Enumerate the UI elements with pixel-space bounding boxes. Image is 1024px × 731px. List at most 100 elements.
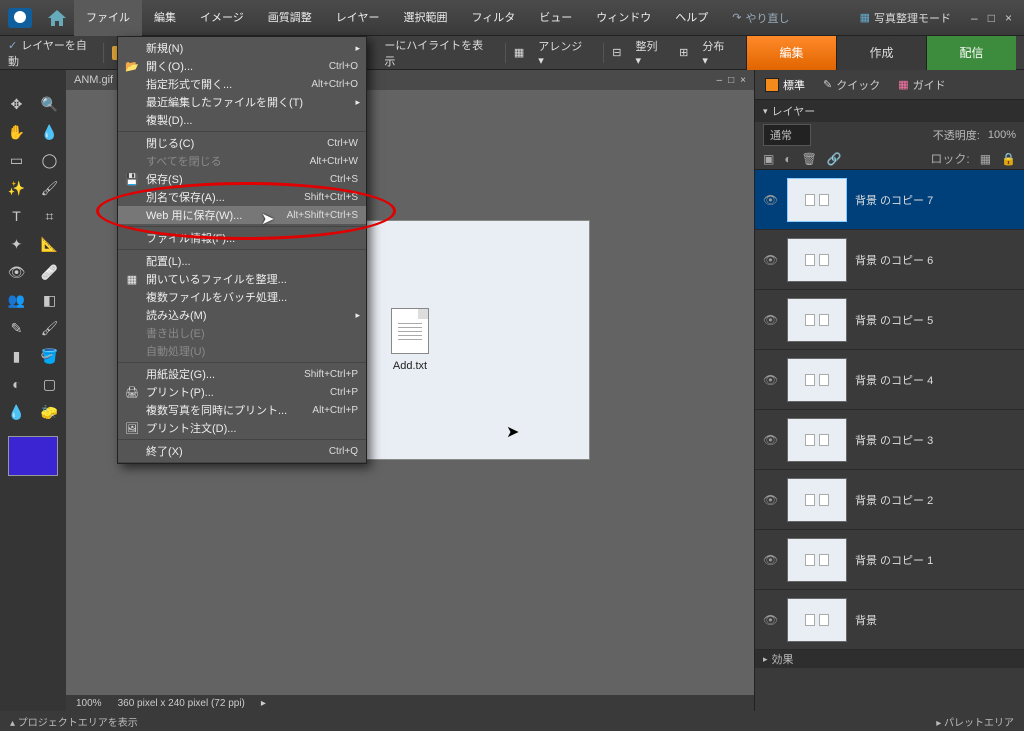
layer-row[interactable]: 👁 背景 のコピー 4: [755, 350, 1024, 410]
layer-row[interactable]: 👁背景 のコピー 3: [755, 410, 1024, 470]
project-area-toggle[interactable]: ▴ プロジェクトエリアを表示: [10, 714, 138, 729]
blur-tool[interactable]: 💧: [0, 398, 33, 426]
visibility-toggle-icon[interactable]: 👁: [763, 553, 779, 567]
menu-item[interactable]: 用紙設定(G)...Shift+Ctrl+P: [118, 365, 366, 383]
layer-name[interactable]: 背景 のコピー 4: [855, 372, 933, 388]
wand-tool[interactable]: ✨: [0, 174, 33, 202]
mode-tab-edit[interactable]: 編集: [746, 36, 836, 70]
brush-tool[interactable]: 🖌: [33, 314, 66, 342]
blend-mode-select[interactable]: 通常: [763, 124, 811, 146]
menu-item[interactable]: 💾保存(S)Ctrl+S: [118, 170, 366, 188]
shape-tool[interactable]: ▢: [33, 370, 66, 398]
mode-tab-share[interactable]: 配信: [926, 36, 1016, 70]
menu-item[interactable]: Web 用に保存(W)...Alt+Shift+Ctrl+S: [118, 206, 366, 224]
layer-name[interactable]: 背景 のコピー 2: [855, 492, 933, 508]
paint-bucket-tool[interactable]: 🪣: [33, 342, 66, 370]
layer-thumbnail[interactable]: [787, 538, 847, 582]
layer-row[interactable]: 👁背景 のコピー 6: [755, 230, 1024, 290]
lock-pixels-icon[interactable]: ▦: [980, 152, 991, 166]
menu-item[interactable]: 新規(N): [118, 39, 366, 57]
link-layers-icon[interactable]: 🔗: [827, 152, 842, 166]
visibility-toggle-icon[interactable]: 👁: [763, 613, 779, 627]
healing-tool[interactable]: 🩹: [33, 258, 66, 286]
maximize-button[interactable]: □: [988, 11, 995, 25]
layer-name[interactable]: 背景 のコピー 1: [855, 552, 933, 568]
menu-image[interactable]: イメージ: [188, 0, 256, 36]
menu-item[interactable]: 最近編集したファイルを開く(T): [118, 93, 366, 111]
palette-area-toggle[interactable]: ▸ パレットエリア: [936, 714, 1014, 729]
status-arrow-icon[interactable]: ▸: [261, 698, 266, 709]
layer-thumbnail[interactable]: [787, 358, 847, 402]
layer-thumbnail[interactable]: [787, 178, 847, 222]
menu-layer[interactable]: レイヤー: [324, 0, 392, 36]
mode-tab-create[interactable]: 作成: [836, 36, 926, 70]
highlight-label[interactable]: ーにハイライトを表示: [378, 37, 496, 69]
visibility-toggle-icon[interactable]: 👁: [763, 373, 779, 387]
menu-item[interactable]: 配置(L)...: [118, 252, 366, 270]
straighten-tool[interactable]: 📐: [33, 230, 66, 258]
document-tab[interactable]: ANM.gif: [74, 74, 113, 86]
type-tool[interactable]: T: [0, 202, 33, 230]
menu-edit[interactable]: 編集: [142, 0, 188, 36]
eyedropper-tool[interactable]: 💧: [33, 118, 66, 146]
layer-name[interactable]: 背景 のコピー 3: [855, 432, 933, 448]
pencil-tool[interactable]: ✎: [0, 314, 33, 342]
layer-row[interactable]: 👁背景 のコピー 7: [755, 170, 1024, 230]
menu-item[interactable]: 終了(X)Ctrl+Q: [118, 442, 366, 460]
gradient-tool[interactable]: ◐: [0, 370, 33, 398]
minimize-button[interactable]: –: [971, 11, 978, 25]
layer-name[interactable]: 背景: [855, 612, 877, 628]
layer-name[interactable]: 背景 のコピー 6: [855, 252, 933, 268]
new-layer-icon[interactable]: ▣: [763, 152, 774, 166]
zoom-tool[interactable]: 🔍: [33, 90, 66, 118]
layer-thumbnail[interactable]: [787, 238, 847, 282]
menu-file[interactable]: ファイル: [74, 0, 142, 36]
close-button[interactable]: ×: [1005, 11, 1012, 25]
panel-tab-quick[interactable]: ✎クイック: [823, 77, 880, 93]
lasso-tool[interactable]: ◯: [33, 146, 66, 174]
cookie-cutter-tool[interactable]: ✦: [0, 230, 33, 258]
auto-layer-check[interactable]: レイヤーを自動: [8, 37, 95, 69]
eraser-tool[interactable]: ◧: [33, 286, 66, 314]
menu-window[interactable]: ウィンドウ: [584, 0, 663, 36]
menu-item[interactable]: 読み込み(M): [118, 306, 366, 324]
clone-tool[interactable]: 👥: [0, 286, 33, 314]
visibility-toggle-icon[interactable]: 👁: [763, 313, 779, 327]
effects-panel-header[interactable]: 効果: [755, 650, 1024, 668]
menu-item[interactable]: 別名で保存(A)...Shift+Ctrl+S: [118, 188, 366, 206]
layer-thumbnail[interactable]: [787, 418, 847, 462]
menu-view[interactable]: ビュー: [527, 0, 584, 36]
doc-maximize[interactable]: □: [728, 75, 734, 86]
menu-filter[interactable]: フィルタ: [459, 0, 527, 36]
home-icon[interactable]: [46, 8, 68, 28]
menu-item[interactable]: 閉じる(C)Ctrl+W: [118, 134, 366, 152]
menu-item[interactable]: 🖼プリント注文(D)...: [118, 419, 366, 437]
delete-layer-icon[interactable]: 🗑: [802, 152, 817, 166]
photo-organize-mode[interactable]: ▦ 写真整理モード: [852, 10, 959, 26]
visibility-toggle-icon[interactable]: 👁: [763, 493, 779, 507]
layer-name[interactable]: 背景 のコピー 7: [855, 192, 933, 208]
menu-adjust[interactable]: 画質調整: [256, 0, 324, 36]
opacity-value[interactable]: 100%: [988, 129, 1016, 141]
layer-thumbnail[interactable]: [787, 298, 847, 342]
menu-help[interactable]: ヘルプ: [663, 0, 720, 36]
menu-select[interactable]: 選択範囲: [391, 0, 459, 36]
menu-item[interactable]: 指定形式で開く...Alt+Ctrl+O: [118, 75, 366, 93]
doc-close[interactable]: ×: [740, 75, 746, 86]
distribute-dropdown[interactable]: 分布 ▾: [696, 38, 738, 67]
sponge-tool[interactable]: 🧽: [33, 398, 66, 426]
layer-thumbnail[interactable]: [787, 598, 847, 642]
menu-item[interactable]: 複数ファイルをバッチ処理...: [118, 288, 366, 306]
redeye-tool[interactable]: 👁: [0, 258, 33, 286]
quick-select-tool[interactable]: 🖌: [33, 174, 66, 202]
redo-button[interactable]: ↷やり直し: [732, 10, 789, 26]
zoom-level[interactable]: 100%: [76, 698, 102, 709]
layer-row[interactable]: 👁 背景 のコピー 5: [755, 290, 1024, 350]
layer-row[interactable]: 👁 背景 のコピー 2: [755, 470, 1024, 530]
menu-item[interactable]: 複数写真を同時にプリント...Alt+Ctrl+P: [118, 401, 366, 419]
panel-tab-standard[interactable]: 標準: [765, 77, 805, 93]
smart-brush-tool[interactable]: ▮: [0, 342, 33, 370]
layer-name[interactable]: 背景 のコピー 5: [855, 312, 933, 328]
layer-thumbnail[interactable]: [787, 478, 847, 522]
doc-minimize[interactable]: –: [717, 75, 723, 86]
